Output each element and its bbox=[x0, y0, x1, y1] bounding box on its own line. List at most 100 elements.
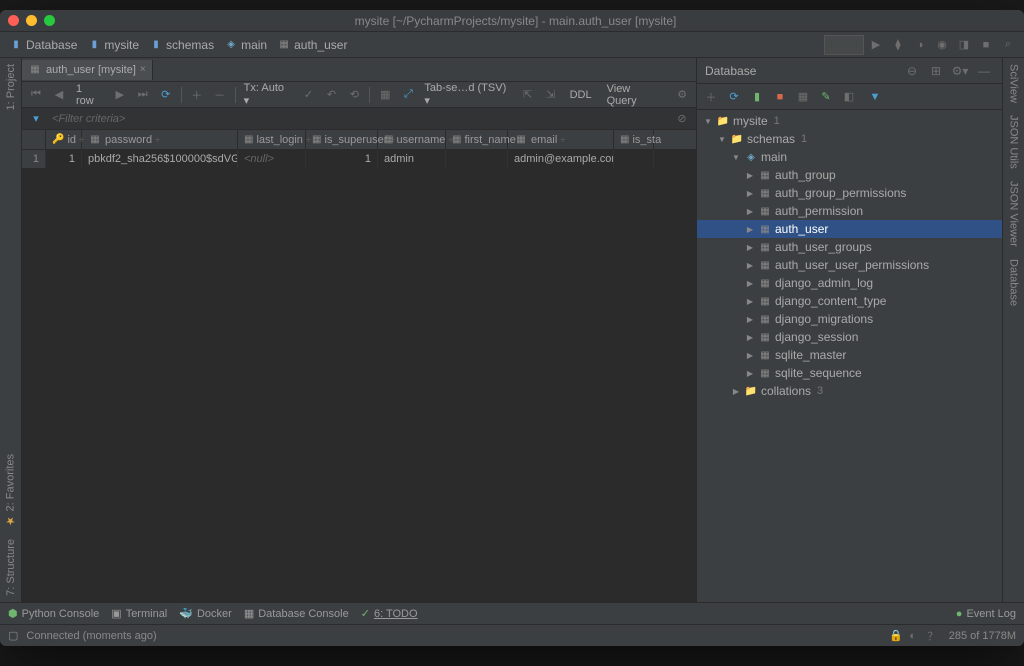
search-button[interactable]: ⌕ bbox=[998, 35, 1018, 55]
lock-icon[interactable]: 🔒 bbox=[889, 629, 903, 642]
cell-last-login[interactable]: <null> bbox=[238, 150, 306, 168]
tree-node-auth-group-permissions[interactable]: ▶▦auth_group_permissions bbox=[697, 184, 1002, 202]
reload-button[interactable]: ⟳ bbox=[156, 85, 176, 105]
tree-node-main[interactable]: ▼◈main bbox=[697, 148, 1002, 166]
col-password[interactable]: ▦password÷ bbox=[82, 130, 238, 149]
terminal-tab[interactable]: ▣Terminal bbox=[111, 607, 167, 620]
tree-node-collations[interactable]: ▶📁collations3 bbox=[697, 382, 1002, 400]
tree-node-auth-user[interactable]: ▶▦auth_user bbox=[697, 220, 1002, 238]
col-is-superuser[interactable]: ▦is_superuser÷ bbox=[306, 130, 378, 149]
hector-icon[interactable]: ？ bbox=[923, 626, 943, 646]
filter-button[interactable]: ▼ bbox=[865, 87, 885, 107]
hide-panel-button[interactable]: — bbox=[974, 61, 994, 81]
editor-tab-auth-user[interactable]: ▦ auth_user [mysite] × bbox=[22, 60, 153, 80]
diagram-button[interactable]: ✎ bbox=[816, 87, 836, 107]
tree-node-django-session[interactable]: ▶▦django_session bbox=[697, 328, 1002, 346]
filter-dropdown-icon[interactable]: ▾ bbox=[26, 109, 46, 129]
expand-arrow-icon[interactable]: ▶ bbox=[745, 225, 755, 234]
expand-arrow-icon[interactable]: ▼ bbox=[717, 135, 727, 144]
panel-settings-button[interactable]: ⚙▾ bbox=[950, 61, 970, 81]
inspection-icon[interactable]: ◐ bbox=[903, 626, 923, 646]
tree-node-mysite[interactable]: ▼📁mysite1 bbox=[697, 112, 1002, 130]
event-log-tab[interactable]: ●Event Log bbox=[956, 608, 1016, 620]
settings-button[interactable]: ⚙ bbox=[672, 85, 692, 105]
expand-arrow-icon[interactable]: ▶ bbox=[745, 297, 755, 306]
dump-button[interactable]: ▦ bbox=[375, 85, 395, 105]
structure-tool-tab[interactable]: 7: Structure bbox=[3, 533, 19, 602]
col-email[interactable]: ▦email÷ bbox=[508, 130, 614, 149]
expand-arrow-icon[interactable]: ▶ bbox=[731, 387, 741, 396]
run-config-dropdown[interactable] bbox=[824, 35, 864, 55]
cell-is-superuser[interactable]: 1 bbox=[306, 150, 378, 168]
cell-first-name[interactable] bbox=[446, 150, 508, 168]
database-tree[interactable]: ▼📁mysite1▼📁schemas1▼◈main▶▦auth_group▶▦a… bbox=[697, 110, 1002, 602]
first-page-button[interactable]: ⏮ bbox=[26, 85, 46, 105]
prev-page-button[interactable]: ◀ bbox=[49, 85, 69, 105]
sync-button[interactable]: ⤢ bbox=[398, 85, 418, 105]
cell-id[interactable]: 1 bbox=[46, 150, 82, 168]
breadcrumb-schemas[interactable]: ▮schemas bbox=[146, 36, 217, 54]
tree-node-schemas[interactable]: ▼📁schemas1 bbox=[697, 130, 1002, 148]
tree-node-auth-group[interactable]: ▶▦auth_group bbox=[697, 166, 1002, 184]
assign-button[interactable]: ◧ bbox=[839, 87, 859, 107]
tx-mode-dropdown[interactable]: Tx: Auto ▾ bbox=[241, 82, 296, 107]
view-query-button[interactable]: View Query bbox=[601, 83, 670, 107]
expand-arrow-icon[interactable]: ▶ bbox=[745, 369, 755, 378]
toggle-tool-windows-icon[interactable]: ▢ bbox=[8, 629, 18, 642]
add-datasource-button[interactable]: ＋ bbox=[701, 87, 721, 107]
data-grid[interactable]: 🔑id÷ ▦password÷ ▦last_login÷ ▦is_superus… bbox=[22, 130, 696, 602]
tree-node-auth-user-user-permissions[interactable]: ▶▦auth_user_user_permissions bbox=[697, 256, 1002, 274]
expand-arrow-icon[interactable]: ▶ bbox=[745, 279, 755, 288]
tree-node-auth-permission[interactable]: ▶▦auth_permission bbox=[697, 202, 1002, 220]
ddl-button[interactable]: DDL bbox=[564, 89, 598, 101]
database-tool-tab[interactable]: Database bbox=[1006, 253, 1022, 312]
stop-button[interactable]: ■ bbox=[976, 35, 996, 55]
tree-node-sqlite-sequence[interactable]: ▶▦sqlite_sequence bbox=[697, 364, 1002, 382]
breadcrumb-main[interactable]: ◈main bbox=[221, 36, 270, 54]
collapse-button[interactable]: ⊖ bbox=[902, 61, 922, 81]
commit-button[interactable]: ✓ bbox=[298, 85, 318, 105]
run-button[interactable]: ▶ bbox=[866, 35, 886, 55]
cell-is-staff[interactable] bbox=[614, 150, 654, 168]
data-extractor-dropdown[interactable]: Tab-se…d (TSV) ▾ bbox=[424, 82, 514, 107]
remove-row-button[interactable]: － bbox=[210, 85, 230, 105]
expand-arrow-icon[interactable]: ▶ bbox=[745, 207, 755, 216]
concurrency-button[interactable]: ◨ bbox=[954, 35, 974, 55]
col-id[interactable]: 🔑id÷ bbox=[46, 130, 82, 149]
rollback-button[interactable]: ↶ bbox=[321, 85, 341, 105]
next-page-button[interactable]: ▶ bbox=[110, 85, 130, 105]
last-page-button[interactable]: ⏭ bbox=[133, 85, 153, 105]
cell-username[interactable]: admin bbox=[378, 150, 446, 168]
cell-password[interactable]: pbkdf2_sha256$100000$sdVGlcX56… bbox=[82, 150, 238, 168]
col-last-login[interactable]: ▦last_login÷ bbox=[238, 130, 306, 149]
tree-node-auth-user-groups[interactable]: ▶▦auth_user_groups bbox=[697, 238, 1002, 256]
refresh-button[interactable]: ⟳ bbox=[724, 87, 744, 107]
expand-arrow-icon[interactable]: ▼ bbox=[703, 117, 713, 126]
export-button[interactable]: ⇱ bbox=[518, 85, 538, 105]
expand-arrow-icon[interactable]: ▶ bbox=[745, 333, 755, 342]
table-row[interactable]: 1 1 pbkdf2_sha256$100000$sdVGlcX56… <nul… bbox=[22, 150, 696, 168]
jump-to-console-button[interactable]: ▮ bbox=[747, 87, 767, 107]
tree-node-django-admin-log[interactable]: ▶▦django_admin_log bbox=[697, 274, 1002, 292]
breadcrumb-auth-user[interactable]: ▦auth_user bbox=[274, 36, 350, 54]
expand-arrow-icon[interactable]: ▶ bbox=[745, 351, 755, 360]
sciview-tool-tab[interactable]: SciView bbox=[1006, 58, 1022, 109]
breadcrumb-mysite[interactable]: ▮mysite bbox=[84, 36, 142, 54]
filter-input[interactable]: <Filter criteria> bbox=[52, 113, 666, 125]
expand-button[interactable]: ⊞ bbox=[926, 61, 946, 81]
coverage-button[interactable]: ◑ bbox=[910, 35, 930, 55]
close-tab-icon[interactable]: × bbox=[140, 64, 146, 75]
data-source-properties-button[interactable]: ▦ bbox=[793, 87, 813, 107]
revert-button[interactable]: ⟲ bbox=[344, 85, 364, 105]
expand-arrow-icon[interactable]: ▶ bbox=[745, 171, 755, 180]
breadcrumb-database[interactable]: ▮Database bbox=[6, 36, 80, 54]
profile-button[interactable]: ◉ bbox=[932, 35, 952, 55]
favorites-tool-tab[interactable]: ★2: Favorites bbox=[2, 448, 19, 533]
python-console-tab[interactable]: ⬢Python Console bbox=[8, 607, 99, 620]
todo-tab[interactable]: ✓6: TODO bbox=[361, 607, 418, 620]
stop-button[interactable]: ■ bbox=[770, 87, 790, 107]
database-console-tab[interactable]: ▦Database Console bbox=[244, 607, 349, 620]
expand-arrow-icon[interactable]: ▼ bbox=[731, 153, 741, 162]
expand-arrow-icon[interactable]: ▶ bbox=[745, 189, 755, 198]
col-is-staff[interactable]: ▦is_sta bbox=[614, 130, 654, 149]
